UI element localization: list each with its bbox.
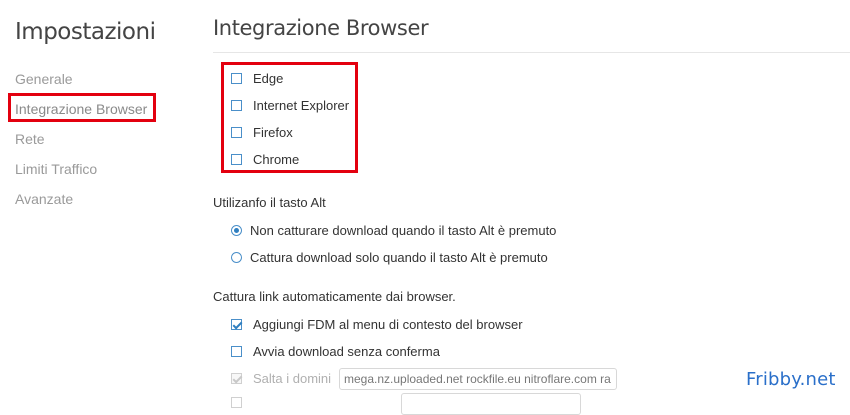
partial-input[interactable] bbox=[401, 393, 581, 415]
option-start-without-confirm[interactable]: Avvia download senza conferma bbox=[231, 344, 440, 359]
page-title: Integrazione Browser bbox=[213, 16, 429, 40]
highlight-box-browsers bbox=[221, 62, 358, 173]
sidebar-item-avanzate[interactable]: Avanzate bbox=[15, 191, 73, 207]
option-skip-domains: Salta i domini bbox=[231, 371, 331, 386]
skip-domains-input[interactable]: mega.nz.uploaded.net rockfile.eu nitrofl… bbox=[339, 368, 617, 390]
skip-domains-checkbox bbox=[231, 373, 242, 384]
highlight-box-sidebar bbox=[8, 93, 156, 122]
sidebar-item-rete[interactable]: Rete bbox=[15, 131, 45, 147]
watermark-text: Fribby.net bbox=[746, 369, 836, 390]
auto-capture-heading: Cattura link automaticamente dai browser… bbox=[213, 289, 456, 304]
add-context-menu-label: Aggiungi FDM al menu di contesto del bro… bbox=[253, 317, 523, 332]
alt-option-capture-only[interactable]: Cattura download solo quando il tasto Al… bbox=[231, 250, 548, 265]
title-divider bbox=[213, 52, 850, 53]
alt-option-no-capture[interactable]: Non catturare download quando il tasto A… bbox=[231, 223, 556, 238]
sidebar-title: Impostazioni bbox=[15, 19, 156, 45]
skip-domains-label: Salta i domini bbox=[253, 371, 332, 386]
no-capture-label: Non catturare download quando il tasto A… bbox=[250, 223, 557, 238]
sidebar-item-generale[interactable]: Generale bbox=[15, 71, 73, 87]
partial-checkbox[interactable] bbox=[231, 397, 242, 408]
capture-only-label: Cattura download solo quando il tasto Al… bbox=[250, 250, 548, 265]
start-without-confirm-checkbox[interactable] bbox=[231, 346, 242, 357]
capture-only-radio[interactable] bbox=[231, 252, 242, 263]
no-capture-radio[interactable] bbox=[231, 225, 242, 236]
option-add-context-menu[interactable]: Aggiungi FDM al menu di contesto del bro… bbox=[231, 317, 523, 332]
sidebar-item-limiti-traffico[interactable]: Limiti Traffico bbox=[15, 161, 97, 177]
alt-key-heading: Utilizanfo il tasto Alt bbox=[213, 195, 326, 210]
add-context-menu-checkbox[interactable] bbox=[231, 319, 242, 330]
start-without-confirm-label: Avvia download senza conferma bbox=[253, 344, 440, 359]
